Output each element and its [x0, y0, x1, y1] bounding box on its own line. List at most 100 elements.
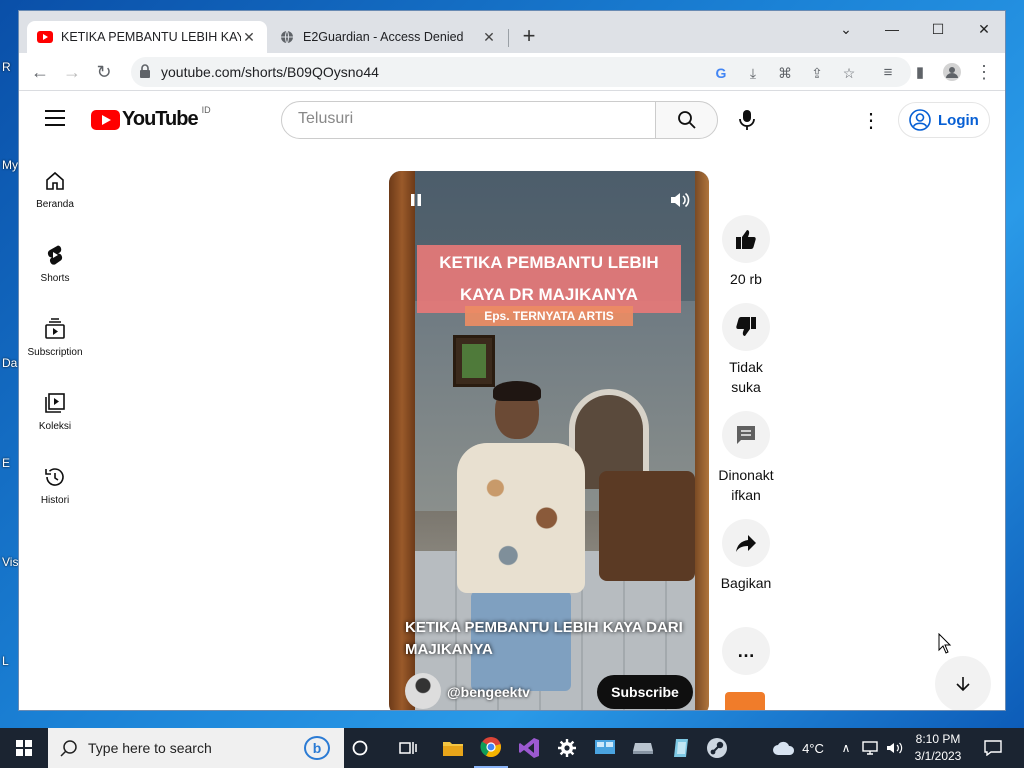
cloud-icon: [773, 741, 795, 755]
bing-icon[interactable]: b: [304, 736, 330, 760]
show-hidden-icons-chevron-icon[interactable]: ∧: [838, 728, 854, 768]
more-options-button[interactable]: …: [722, 627, 770, 675]
url-text[interactable]: youtube.com/shorts/B09QOysno44: [161, 64, 379, 80]
maximize-button[interactable]: ☐: [915, 15, 961, 43]
windows-logo-icon: [16, 740, 32, 756]
next-short-thumbnail[interactable]: [725, 692, 765, 710]
forward-button[interactable]: →: [59, 59, 85, 85]
translate-icon[interactable]: ⌘: [775, 63, 795, 83]
weather-temp: 4°C: [802, 740, 824, 756]
tab-strip: KETIKA PEMBANTU LEBIH KAYA D ✕ E2Guardia…: [19, 11, 1005, 53]
sidebar-item-home[interactable]: Beranda: [19, 169, 91, 210]
dislike-action: Tidak suka: [721, 303, 771, 397]
desktop-icon-label[interactable]: My: [2, 158, 18, 172]
voice-search-button[interactable]: [733, 106, 761, 134]
settings-menu-icon[interactable]: ⋮: [857, 106, 885, 134]
sidebar-label: Subscription: [27, 347, 83, 358]
back-button[interactable]: ←: [27, 59, 53, 85]
youtube-logo[interactable]: YouTube ID: [91, 105, 211, 131]
browser-menu-icon[interactable]: ⋮: [973, 61, 995, 83]
address-bar[interactable]: youtube.com/shorts/B09QOysno44 G ⤓ ⌘ ⇪ ☆: [131, 57, 911, 87]
subscriptions-icon: [45, 318, 65, 339]
close-tab-icon[interactable]: ✕: [241, 29, 257, 46]
sidebar-item-subscriptions[interactable]: Subscription: [19, 317, 91, 358]
start-button[interactable]: [0, 728, 48, 768]
video-scene-frame: [453, 335, 495, 387]
next-short-button[interactable]: [935, 656, 991, 710]
tab-e2guardian[interactable]: E2Guardian - Access Denied ✕: [269, 21, 507, 53]
steam-icon[interactable]: [700, 728, 734, 768]
weather-widget[interactable]: 4°C: [768, 728, 828, 768]
new-tab-button[interactable]: +: [517, 25, 541, 49]
library-icon: [45, 393, 65, 413]
profile-icon[interactable]: [941, 61, 963, 83]
arrow-down-icon: [956, 677, 970, 692]
sidebar-item-library[interactable]: Koleksi: [19, 391, 91, 432]
install-app-icon[interactable]: ⤓: [743, 63, 763, 83]
system-clock[interactable]: 8:10 PM 3/1/2023: [908, 731, 968, 765]
app-icon[interactable]: [664, 728, 698, 768]
bookmark-star-icon[interactable]: ☆: [839, 63, 859, 83]
video-person: [457, 443, 585, 593]
search-button[interactable]: [655, 101, 718, 139]
volume-tray-icon[interactable]: [884, 728, 906, 768]
search-icon: [60, 740, 77, 757]
volume-icon[interactable]: [669, 189, 691, 211]
youtube-wordmark: YouTube: [122, 108, 199, 130]
channel-avatar[interactable]: [405, 673, 441, 709]
taskbar-search[interactable]: Type here to search b: [48, 728, 344, 768]
close-tab-icon[interactable]: ✕: [481, 29, 497, 46]
pause-icon[interactable]: [405, 189, 427, 211]
hamburger-menu-icon[interactable]: [45, 110, 65, 126]
comments-label: Dinonaktifkan: [718, 467, 774, 503]
chrome-icon[interactable]: [474, 728, 508, 768]
network-drive-icon[interactable]: [626, 728, 660, 768]
media-control-icon[interactable]: ≡: [877, 61, 899, 83]
tab-youtube-short[interactable]: KETIKA PEMBANTU LEBIH KAYA D ✕: [27, 21, 267, 53]
visual-studio-icon[interactable]: [512, 728, 546, 768]
control-panel-icon[interactable]: [588, 728, 622, 768]
sidebar-label: Histori: [40, 495, 70, 506]
desktop-icon-label[interactable]: E: [2, 456, 10, 470]
search-input[interactable]: [298, 110, 638, 128]
share-label: Bagikan: [720, 575, 772, 591]
thumbs-up-icon: [736, 230, 756, 249]
desktop-icon-label[interactable]: L: [2, 654, 9, 668]
dislike-button[interactable]: [722, 303, 770, 351]
youtube-page: YouTube ID ⋮ Login Beranda Shorts Subscr…: [19, 92, 1005, 710]
sidebar-item-history[interactable]: Histori: [19, 465, 91, 506]
notification-icon[interactable]: [978, 728, 1008, 768]
mouse-cursor-icon: [938, 633, 952, 654]
channel-name[interactable]: @bengeektv: [447, 684, 530, 700]
side-panel-icon[interactable]: ▮: [909, 61, 931, 83]
more-icon: …: [737, 640, 755, 661]
subscribe-button[interactable]: Subscribe: [597, 675, 693, 709]
tab-separator: [508, 29, 509, 47]
lock-icon[interactable]: [139, 64, 153, 80]
desktop-icon-label[interactable]: Vis: [2, 555, 18, 569]
shorts-video-player[interactable]: KETIKA PEMBANTU LEBIH KAYA DR MAJIKANYA …: [389, 171, 709, 710]
taskbar: Type here to search b 4°C ∧ 8:10 PM 3/1/…: [0, 728, 1024, 768]
settings-gear-icon[interactable]: [550, 728, 584, 768]
reload-button[interactable]: ↻: [91, 59, 117, 85]
share-icon[interactable]: ⇪: [807, 63, 827, 83]
like-button[interactable]: [722, 215, 770, 263]
minimize-button[interactable]: —: [869, 15, 915, 43]
network-icon[interactable]: [860, 728, 882, 768]
desktop-icon-label[interactable]: Da: [2, 356, 17, 370]
google-lens-icon[interactable]: G: [711, 63, 731, 83]
share-button[interactable]: [722, 519, 770, 567]
taskbar-search-placeholder: Type here to search: [88, 740, 212, 756]
close-window-button[interactable]: ✕: [961, 15, 1005, 43]
sidebar-item-shorts[interactable]: Shorts: [19, 243, 91, 284]
login-button[interactable]: Login: [898, 102, 990, 138]
like-count: 20 rb: [730, 271, 762, 287]
cortana-icon[interactable]: [344, 728, 376, 768]
tab-search-icon[interactable]: ⌄: [823, 15, 869, 43]
sidebar-label: Beranda: [36, 199, 74, 210]
comments-button[interactable]: [722, 411, 770, 459]
file-explorer-icon[interactable]: [436, 728, 470, 768]
task-view-icon[interactable]: [392, 728, 424, 768]
short-title[interactable]: KETIKA PEMBANTU LEBIH KAYA DARI MAJIKANY…: [405, 617, 695, 661]
desktop-icon-label[interactable]: R: [2, 60, 11, 74]
